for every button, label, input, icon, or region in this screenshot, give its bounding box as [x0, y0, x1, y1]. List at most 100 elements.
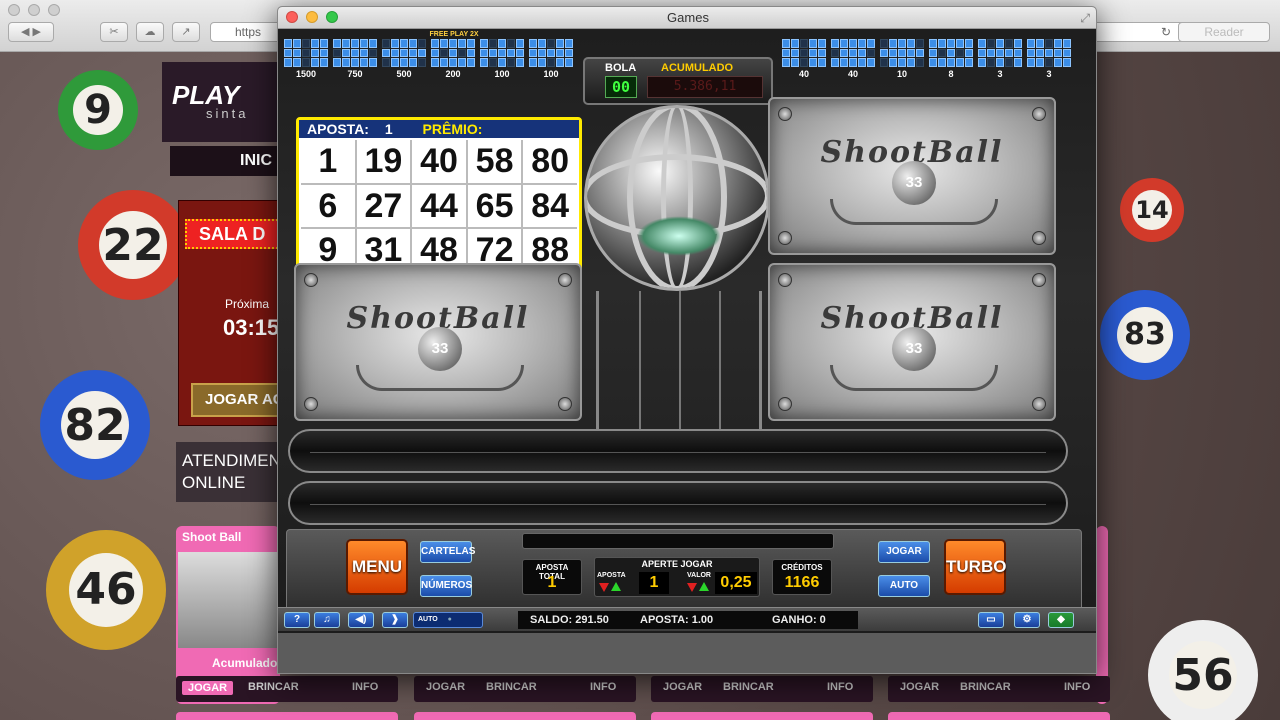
sala-panel: SALA D Próxima 03:15 JOGAR AG	[178, 200, 287, 426]
bookmark-icon[interactable]: ✂	[100, 22, 128, 42]
share-icon[interactable]: ↗	[172, 22, 200, 42]
window-zoom-icon[interactable]	[326, 11, 338, 23]
prize-pattern-value: 100	[494, 69, 510, 79]
card-info-button[interactable]: INFO	[352, 681, 378, 693]
turbo-button[interactable]: TURBO	[944, 539, 1006, 595]
aposta-total-display: APOSTA TOTAL 1	[522, 559, 582, 595]
prize-pattern	[480, 39, 524, 67]
card-brincar-button[interactable]: BRINCAR	[960, 681, 1011, 693]
card-brincar-button[interactable]: BRINCAR	[486, 681, 537, 693]
numeros-button[interactable]: NÚMEROS	[420, 575, 472, 597]
card-info-button[interactable]: INFO	[1064, 681, 1090, 693]
brazil-flag-icon[interactable]: ◆	[1048, 612, 1074, 628]
acumulado-value: 5.386,11	[647, 76, 763, 98]
premio-label: PRÊMIO:	[422, 121, 483, 137]
decor-ball-46: 46	[46, 530, 166, 650]
settings-gear-icon[interactable]: ⚙	[1014, 612, 1040, 628]
auto-button[interactable]: AUTO	[878, 575, 930, 597]
back-forward-icon[interactable]: ◀ ▶	[8, 22, 54, 42]
aposta-down-icon[interactable]	[599, 583, 609, 592]
card-jogar-button[interactable]: JOGAR	[663, 681, 702, 693]
reader-button[interactable]: Reader	[1178, 22, 1270, 42]
card-jogar-button[interactable]: JOGAR	[900, 681, 939, 693]
zoom-dot-icon[interactable]	[48, 4, 60, 16]
sound-icon[interactable]: ◀)	[348, 612, 374, 628]
card-jogar-button[interactable]: JOGAR	[182, 681, 234, 695]
jogar-button[interactable]: JOGAR	[878, 541, 930, 563]
card-brincar-button[interactable]: BRINCAR	[723, 681, 774, 693]
play-now-button[interactable]: JOGAR AG	[191, 383, 287, 417]
prize-pattern-value: 500	[396, 69, 412, 79]
cloud-icon[interactable]: ☁	[136, 22, 164, 42]
prize-pattern	[978, 39, 1022, 67]
next-icon[interactable]: ❱	[382, 612, 408, 628]
support-online[interactable]: ATENDIMEN ONLINE	[176, 442, 281, 502]
prize-pattern-value: 8	[948, 69, 954, 79]
decor-ball-9: 9	[58, 70, 138, 150]
bingo-card[interactable]: APOSTA: 1 PRÊMIO: 1 19 40 58 80 6 27 44 65 84 9 31 4…	[296, 117, 582, 275]
card-row2-2	[414, 712, 636, 720]
aposta-value: 1	[384, 121, 393, 137]
aposta-value-display: 1	[639, 572, 669, 594]
shootball-plate[interactable]: ShootBall 33	[768, 263, 1056, 421]
support-line2: ONLINE	[182, 473, 246, 492]
card-bar-2: JOGAR BRINCAR INFO	[414, 676, 636, 702]
valor-down-icon[interactable]	[687, 583, 697, 592]
card-header: APOSTA: 1 PRÊMIO:	[299, 120, 579, 138]
games-window: Games ⤢ 1500 750 500 200 100 100 40 40 10 8 3 3 FR…	[277, 6, 1097, 674]
window-titlebar[interactable]: Games ⤢	[278, 7, 1096, 29]
prize-pattern-value: 1500	[295, 69, 317, 79]
logo-sub: sinta	[206, 106, 249, 121]
decor-ball-56: 56	[1148, 620, 1258, 720]
support-line1: ATENDIMEN	[182, 451, 281, 470]
valor-up-icon[interactable]	[699, 582, 709, 591]
help-icon[interactable]: ?	[284, 612, 310, 628]
card-numbers-grid: 1 19 40 58 80 6 27 44 65 84 9 31 48 72 88	[301, 140, 577, 272]
bola-counter: 00	[605, 76, 637, 98]
aposta-up-icon[interactable]	[611, 582, 621, 591]
prize-pattern	[782, 39, 826, 67]
card-number-cell: 27	[356, 184, 411, 228]
nav-item-inicio[interactable]: INIC	[170, 146, 280, 176]
fullscreen-icon[interactable]: ⤢	[1080, 7, 1090, 29]
minimize-dot-icon[interactable]	[28, 4, 40, 16]
shootball-plate[interactable]: ShootBall 33	[294, 263, 582, 421]
card-bar-1: JOGAR BRINCAR INFO	[176, 676, 398, 702]
ball-tube-1	[288, 429, 1068, 473]
card-info-button[interactable]: INFO	[827, 681, 853, 693]
card-number-cell: 58	[467, 140, 522, 183]
prize-pattern-value: 750	[347, 69, 363, 79]
auto-slider-knob-icon[interactable]: ●	[448, 616, 452, 623]
status-strip: ? ♫ ◀) ❱ AUTO ● SALDO: 291.50 APOSTA: 1.…	[278, 607, 1096, 631]
prize-pattern	[880, 39, 924, 67]
decor-ball-82: 82	[40, 370, 150, 480]
card-row2-4	[888, 712, 1110, 720]
prize-pattern	[333, 39, 377, 67]
next-label: Próxima	[225, 297, 270, 311]
window-close-icon[interactable]	[286, 11, 298, 23]
card-number-cell: 6	[301, 184, 355, 228]
aposta-valor-box: APERTE JOGAR APOSTA 1 VALOR 0,25	[594, 557, 760, 597]
card-info-button[interactable]: INFO	[590, 681, 616, 693]
close-dot-icon[interactable]	[8, 4, 20, 16]
card-number-cell: 80	[523, 140, 577, 183]
card-number-cell: 44	[412, 184, 466, 228]
aperte-jogar-label: APERTE JOGAR	[641, 559, 713, 569]
window-minimize-icon[interactable]	[306, 11, 318, 23]
reload-icon[interactable]: ↻	[1161, 23, 1171, 41]
window-mode-icon[interactable]: ▭	[978, 612, 1004, 628]
card-jogar-button[interactable]: JOGAR	[426, 681, 465, 693]
music-icon[interactable]: ♫	[314, 612, 340, 628]
menu-button[interactable]: MENU	[346, 539, 408, 595]
card-thumbnail	[178, 552, 278, 648]
card-brincar-button[interactable]: BRINCAR	[248, 681, 299, 693]
site-logo[interactable]: PLAY sinta	[162, 62, 282, 142]
decor-ball-22: 22	[78, 190, 188, 300]
prize-pattern-value: 40	[847, 69, 858, 79]
cartelas-button[interactable]: CARTELAS	[420, 541, 475, 563]
globe-balls	[637, 216, 721, 256]
globe-ring	[661, 108, 693, 288]
auto-speed-bar[interactable]: AUTO ●	[413, 612, 483, 628]
aposta-text: APOSTA: 1.00	[640, 614, 714, 626]
shootball-plate[interactable]: ShootBall 33	[768, 97, 1056, 255]
